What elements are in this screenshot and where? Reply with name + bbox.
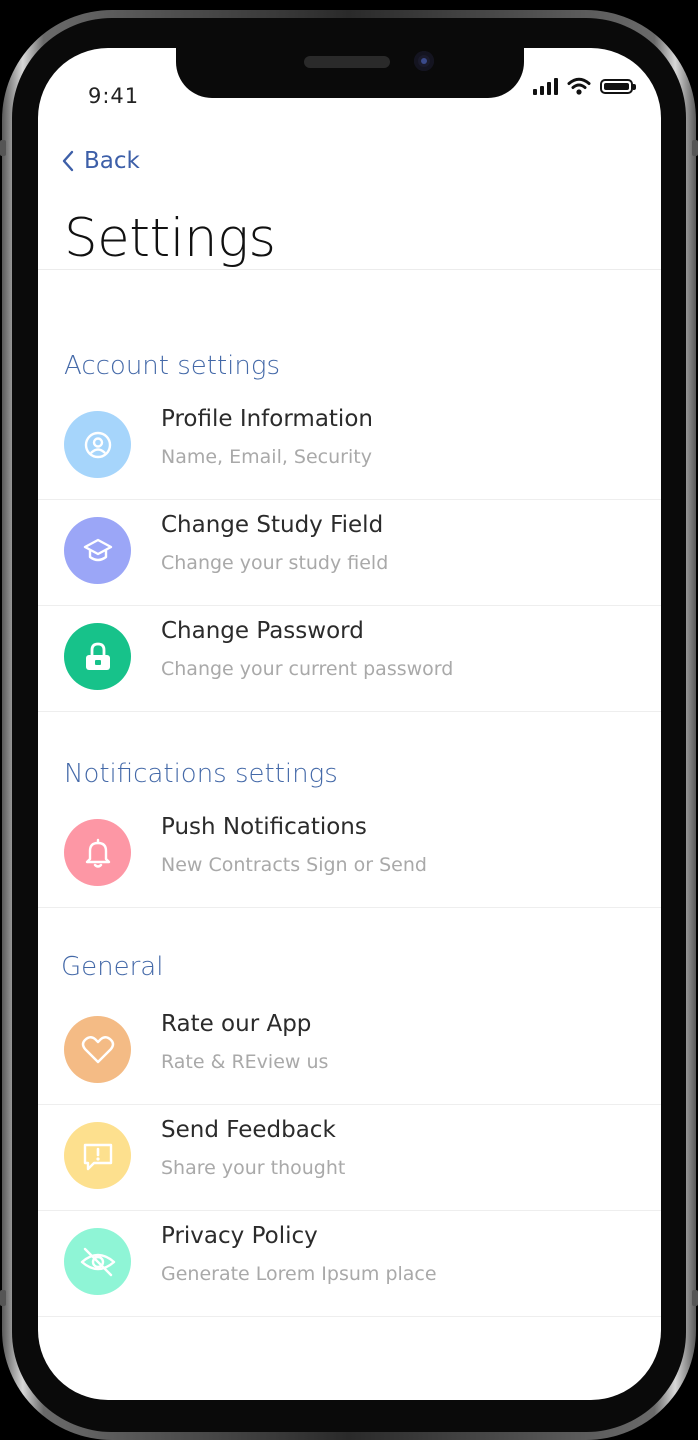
chevron-left-icon <box>62 150 74 172</box>
speaker <box>304 56 390 68</box>
settings-item-change-password[interactable]: Change Password Change your current pass… <box>38 606 661 712</box>
side-button-right-lower <box>692 1290 698 1306</box>
settings-item-push-notifications[interactable]: Push Notifications New Contracts Sign or… <box>38 802 661 908</box>
profile-icon <box>64 411 131 478</box>
notch <box>176 48 524 98</box>
item-subtitle: Generate Lorem Ipsum place <box>161 1263 437 1285</box>
item-title: Change Password <box>161 618 364 644</box>
graduation-cap-icon <box>64 517 131 584</box>
signal-icon <box>533 77 558 95</box>
section-title-notifications: Notifications settings <box>64 759 338 789</box>
item-subtitle: Change your current password <box>161 658 454 680</box>
settings-item-profile-information[interactable]: Profile Information Name, Email, Securit… <box>38 394 661 500</box>
settings-item-send-feedback[interactable]: Send Feedback Share your thought <box>38 1105 661 1211</box>
wifi-icon <box>567 77 591 95</box>
item-title: Profile Information <box>161 406 373 432</box>
bell-icon <box>64 819 131 886</box>
section-title-account: Account settings <box>64 351 281 381</box>
status-icons <box>533 77 636 95</box>
title-divider <box>38 269 661 270</box>
settings-item-privacy-policy[interactable]: Privacy Policy Generate Lorem Ipsum plac… <box>38 1211 661 1317</box>
page-title: Settings <box>64 208 276 269</box>
front-camera <box>414 51 434 71</box>
settings-item-change-study-field[interactable]: Change Study Field Change your study fie… <box>38 500 661 606</box>
item-subtitle: Name, Email, Security <box>161 446 372 468</box>
item-subtitle: Rate & REview us <box>161 1051 329 1073</box>
feedback-icon <box>64 1122 131 1189</box>
item-title: Send Feedback <box>161 1117 336 1143</box>
back-button[interactable]: Back <box>62 148 140 174</box>
item-title: Rate our App <box>161 1011 312 1037</box>
side-button-right <box>692 140 698 156</box>
status-time: 9:41 <box>88 84 140 108</box>
item-title: Push Notifications <box>161 814 367 840</box>
lock-icon <box>64 623 131 690</box>
item-title: Change Study Field <box>161 512 384 538</box>
settings-item-rate-our-app[interactable]: Rate our App Rate & REview us <box>38 999 661 1105</box>
side-button-left <box>0 140 6 156</box>
back-label: Back <box>84 148 140 174</box>
section-title-general: General <box>61 952 164 982</box>
item-subtitle: Change your study field <box>161 552 389 574</box>
battery-icon <box>600 78 636 94</box>
heart-icon <box>64 1016 131 1083</box>
side-button-left-lower <box>0 1290 6 1306</box>
item-title: Privacy Policy <box>161 1223 318 1249</box>
screen: 9:41 Back Settings Account settings Prof… <box>38 48 661 1400</box>
item-subtitle: Share your thought <box>161 1157 346 1179</box>
eye-off-icon <box>64 1228 131 1295</box>
item-subtitle: New Contracts Sign or Send <box>161 854 427 876</box>
